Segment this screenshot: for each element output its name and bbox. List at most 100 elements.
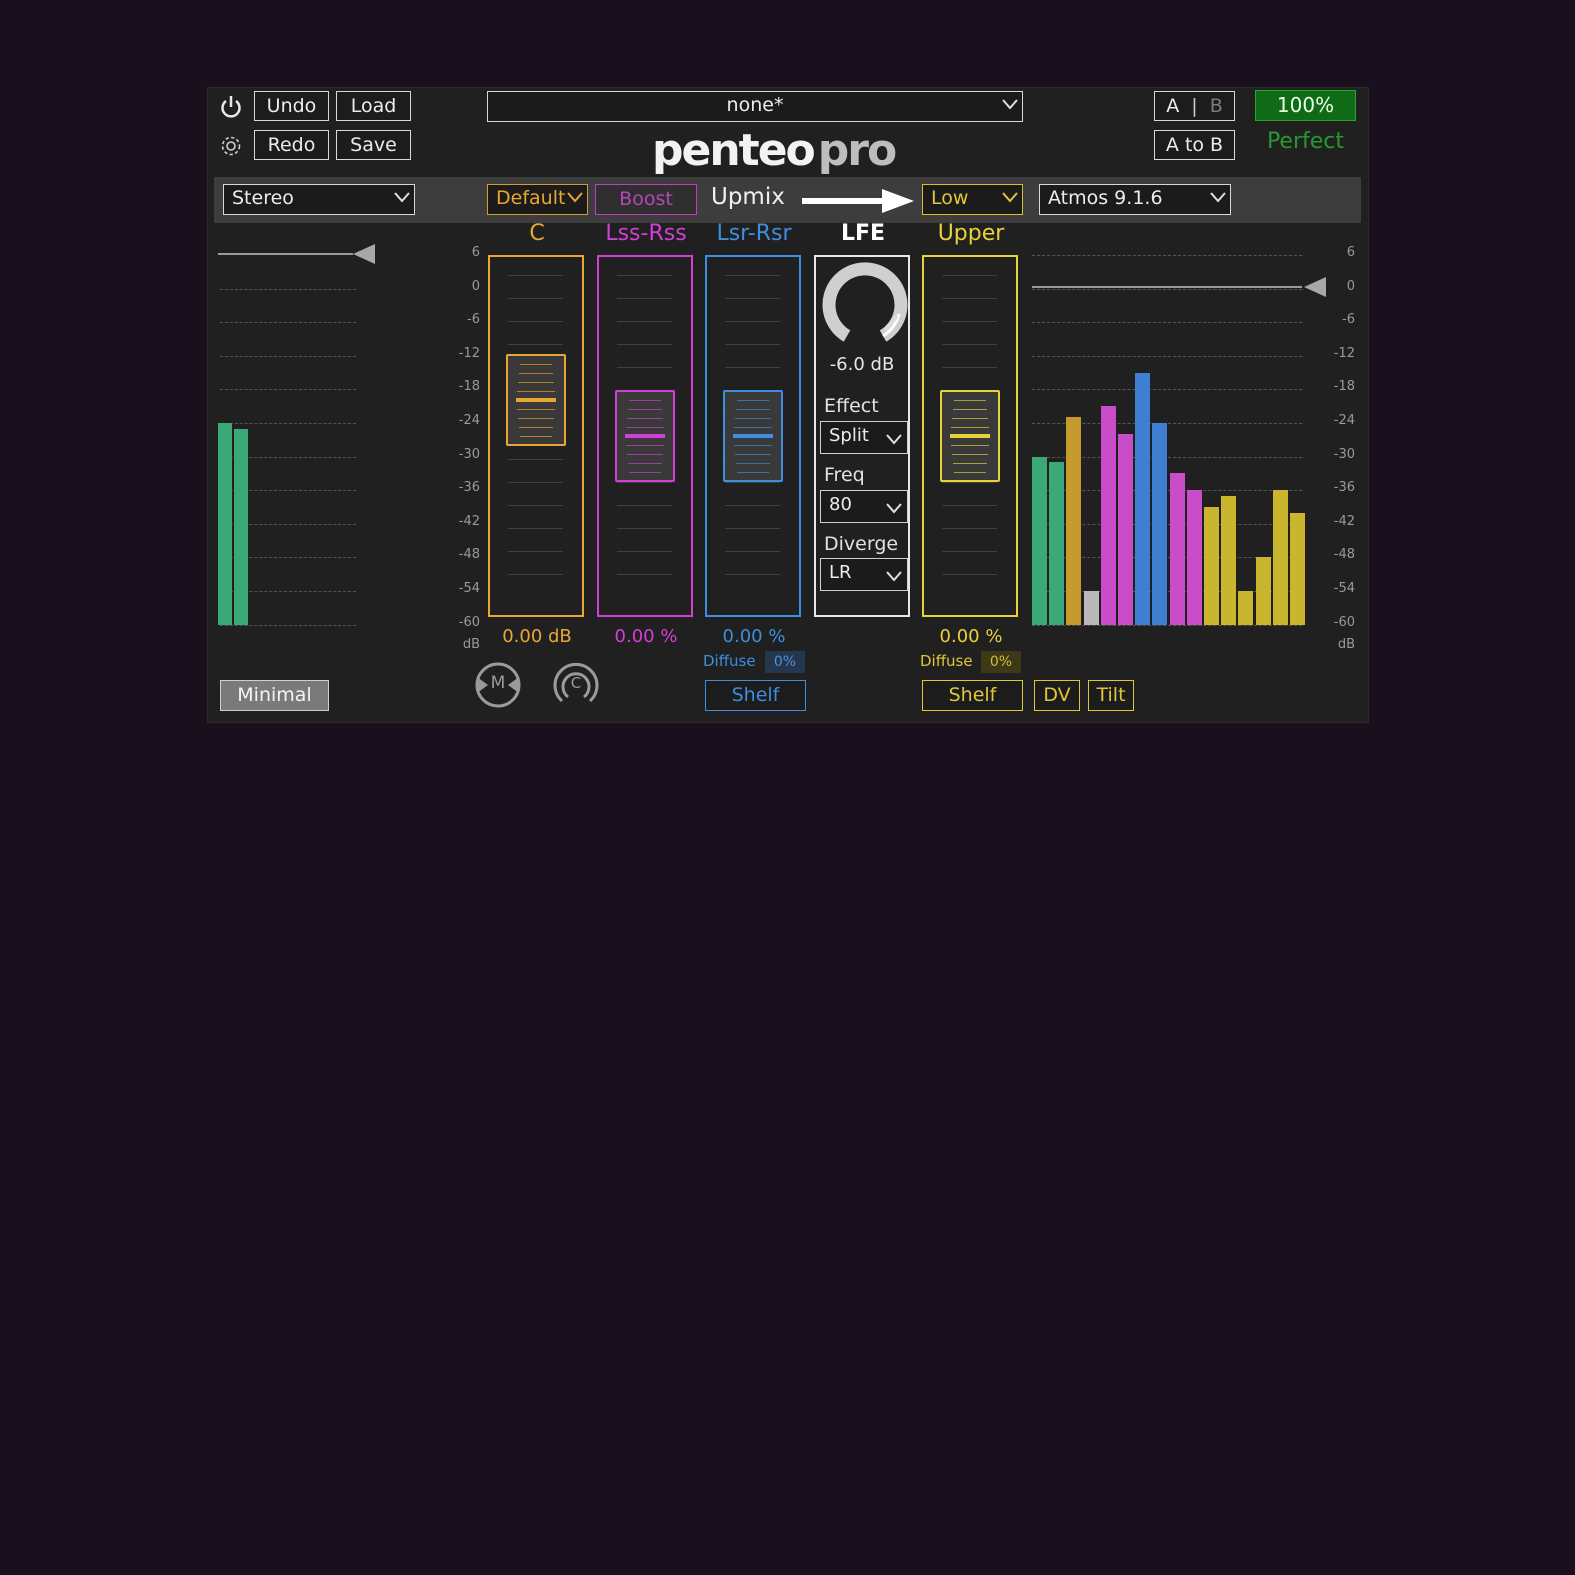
fader-track-line — [508, 344, 563, 345]
fader-strip-lss-rss — [597, 255, 693, 617]
channel-label-lfe: LFE — [840, 221, 886, 246]
fader-cap[interactable] — [615, 390, 675, 482]
diffuse-label-lsr: Diffuse — [703, 652, 756, 670]
lfe-mode-dropdown[interactable]: Low — [922, 184, 1023, 215]
fader-cap-rib — [627, 418, 663, 419]
tilt-button[interactable]: Tilt — [1088, 680, 1134, 711]
fader-cap-center — [950, 434, 990, 438]
scale-tick-left: 6 — [471, 245, 480, 260]
fader-cap-rib — [517, 391, 555, 392]
diverge-dropdown[interactable]: LR — [820, 558, 908, 591]
scale-tick-right: 0 — [1346, 278, 1355, 294]
fader-cap-rib — [520, 364, 552, 365]
diffuse-value-upper[interactable]: 0% — [981, 651, 1021, 673]
fader-cap[interactable] — [723, 390, 783, 482]
style-dropdown[interactable]: Default — [487, 184, 588, 215]
scale-tick-right: -6 — [1342, 312, 1355, 328]
scale-tick-left: -42 — [458, 513, 480, 529]
output-level-meter — [1135, 372, 1151, 625]
scale-unit-left: dB — [462, 636, 480, 652]
a-to-b-button[interactable]: A to B — [1154, 130, 1235, 160]
gridline — [1032, 322, 1302, 324]
lfe-knob[interactable] — [817, 258, 909, 350]
ab-toggle[interactable]: A | B — [1154, 91, 1235, 121]
fader-track-line — [508, 574, 563, 575]
input-gain-handle[interactable] — [353, 244, 375, 264]
channel-value-lss-rss: 0.00 % — [614, 626, 678, 647]
scale-tick-right: 6 — [1346, 245, 1355, 260]
preset-value: none* — [726, 94, 784, 116]
undo-button[interactable]: Undo — [254, 91, 329, 121]
input-meter-area — [214, 228, 484, 668]
channel-label-lss-rss: Lss-Rss — [605, 221, 687, 246]
fader-cap-rib — [951, 427, 989, 428]
gridline — [1032, 355, 1302, 357]
boost-button[interactable]: Boost — [595, 184, 697, 215]
scale-tick-right: -36 — [1333, 480, 1355, 496]
fader-strip-c — [488, 255, 584, 617]
chevron-down-icon — [566, 189, 583, 205]
diffuse-value-lsr[interactable]: 0% — [765, 651, 805, 673]
effect-label: Effect — [824, 395, 879, 417]
fader-cap-rib — [953, 409, 987, 410]
fader-strip-lsr-rsr — [705, 255, 801, 617]
output-level-meter — [1049, 462, 1065, 625]
fader-track-line — [508, 298, 563, 299]
output-level-meter — [1152, 423, 1168, 625]
penteo-plugin-window: Undo Load Redo Save none* PenteoPro A | … — [207, 87, 1369, 723]
fader-track-line — [725, 367, 780, 368]
scale-tick-left: -30 — [458, 446, 480, 462]
output-format-dropdown[interactable]: Atmos 9.1.6 — [1039, 184, 1231, 215]
fader-cap[interactable] — [940, 390, 1000, 482]
scale-tick-right: -12 — [1333, 345, 1355, 361]
channel-label-upper: Upper — [937, 221, 1005, 246]
fader-track-line — [508, 505, 563, 506]
fader-cap-rib — [953, 463, 987, 464]
input-level-meter — [234, 428, 248, 625]
output-level-meter — [1255, 557, 1271, 625]
input-gain-line — [218, 253, 353, 255]
scale-tick-left: -18 — [458, 379, 480, 395]
chevron-down-icon — [885, 497, 903, 525]
center-icon-label: C — [570, 674, 582, 692]
preset-dropdown[interactable]: none* — [487, 91, 1023, 122]
shelf-button-lsr[interactable]: Shelf — [705, 680, 806, 711]
fader-cap-rib — [628, 463, 662, 464]
shelf-button-upper[interactable]: Shelf — [922, 680, 1023, 711]
fader-cap-rib — [951, 445, 989, 446]
effect-dropdown[interactable]: Split — [820, 421, 908, 454]
gridline — [1032, 288, 1302, 290]
fader-cap[interactable] — [506, 354, 566, 446]
freq-value: 80 — [829, 494, 852, 515]
center-focus-icon[interactable]: C — [552, 661, 600, 709]
fader-cap-rib — [629, 472, 661, 473]
effect-value: Split — [829, 425, 869, 446]
fader-cap-rib — [519, 427, 553, 428]
ab-b-label: B — [1209, 95, 1223, 117]
fader-track-line — [508, 551, 563, 552]
save-button[interactable]: Save — [336, 130, 411, 160]
quality-percent-display[interactable]: 100% — [1255, 90, 1356, 121]
fader-track-line — [942, 482, 997, 483]
fader-cap-rib — [629, 400, 661, 401]
fader-cap-rib — [735, 418, 771, 419]
load-button[interactable]: Load — [336, 91, 411, 121]
fader-track-line — [725, 574, 780, 575]
freq-dropdown[interactable]: 80 — [820, 490, 908, 523]
fader-track-line — [942, 574, 997, 575]
fader-cap-rib — [954, 472, 986, 473]
dv-button[interactable]: DV — [1034, 680, 1080, 711]
minimal-button[interactable]: Minimal — [220, 680, 329, 711]
redo-button[interactable]: Redo — [254, 130, 329, 160]
gridline — [1032, 389, 1302, 391]
chevron-down-icon — [1001, 189, 1018, 205]
fader-cap-rib — [736, 463, 770, 464]
power-icon[interactable] — [218, 94, 244, 120]
fader-track-line — [617, 321, 672, 322]
fader-cap-rib — [628, 409, 662, 410]
input-format-dropdown[interactable]: Stereo — [223, 184, 415, 215]
mono-icon[interactable]: M — [474, 661, 522, 709]
gridline — [220, 288, 356, 290]
gear-icon[interactable] — [218, 133, 244, 159]
diverge-label: Diverge — [824, 533, 899, 555]
